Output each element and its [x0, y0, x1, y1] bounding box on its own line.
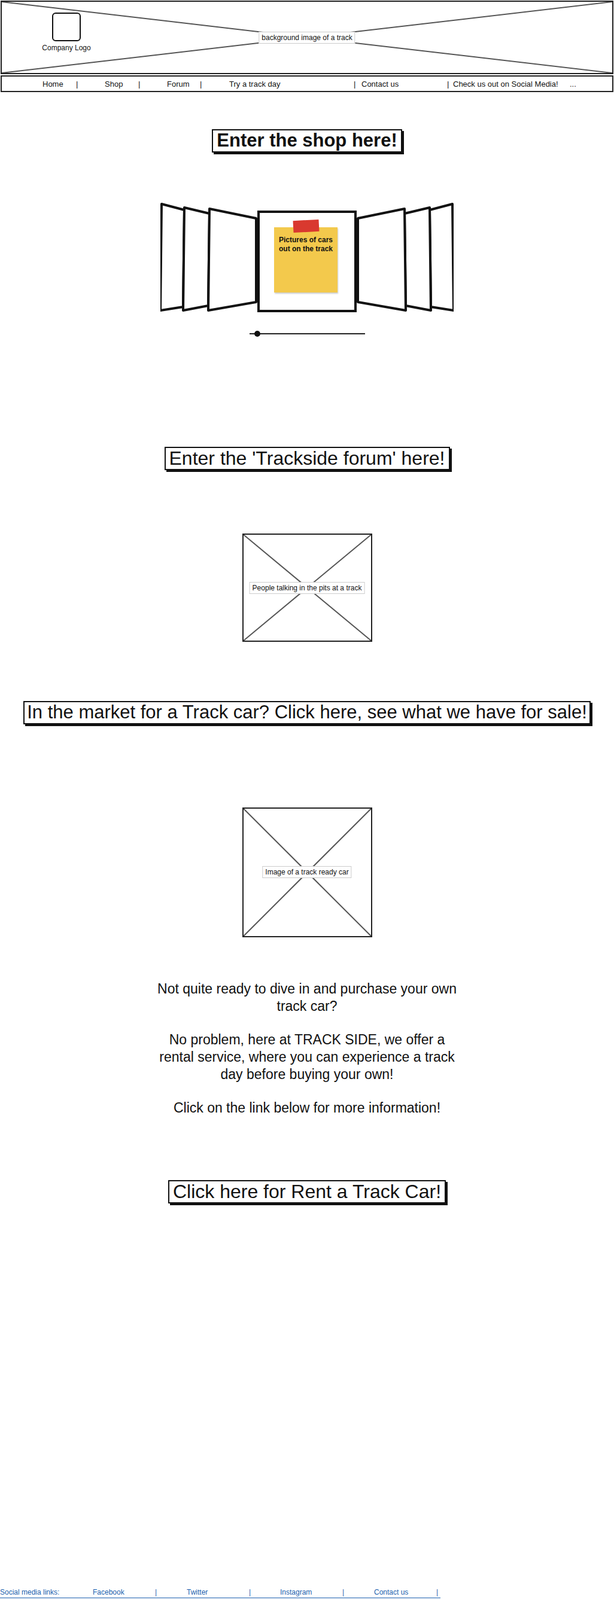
nav-more[interactable]: ... — [569, 79, 613, 89]
forum-image: People talking in the pits at a track — [242, 533, 373, 643]
footer-label: Social media links: — [0, 1588, 93, 1598]
rental-paragraph: No problem, here at TRACK SIDE, we offer… — [157, 1031, 457, 1084]
footer-link[interactable]: Facebook — [92, 1588, 155, 1598]
footer-separator: | — [436, 1588, 441, 1598]
image-label: People talking in the pits at a track — [249, 582, 366, 595]
slider-knob[interactable] — [254, 330, 261, 337]
nav-bar: Home |Shop |Forum |Try a track day |Cont… — [0, 75, 614, 93]
footer: Social media links: Facebook |Twitter |I… — [0, 1588, 441, 1600]
footer-separator: | — [248, 1588, 281, 1598]
sticky-note: Pictures of cars out on the track — [274, 227, 338, 293]
nav-item[interactable]: Contact us — [361, 79, 448, 89]
rental-text: Not quite ready to dive in and purchase … — [157, 980, 457, 1118]
nav-item[interactable]: Check us out on Social Media! — [453, 79, 570, 89]
rent-button[interactable]: Click here for Rent a Track Car! — [168, 1180, 446, 1205]
forum-button[interactable]: Enter the 'Trackside forum' here! — [164, 447, 451, 471]
nav-separator: | — [447, 79, 454, 89]
footer-link[interactable]: Instagram — [280, 1588, 343, 1598]
nav-item[interactable]: Forum — [166, 79, 200, 89]
carousel-right-panels — [356, 201, 454, 322]
tape-icon — [293, 219, 320, 233]
rental-paragraph: Click on the link below for more informa… — [157, 1099, 457, 1118]
slide-caption: Pictures of cars out on the track — [277, 235, 334, 293]
nav-separator: | — [199, 79, 230, 89]
carousel-slider[interactable] — [249, 333, 366, 335]
background-label: background image of a track — [258, 31, 355, 44]
carousel-left-panels — [160, 201, 258, 322]
nav-separator: | — [76, 79, 105, 89]
logo-label: Company Logo — [41, 43, 91, 53]
nav-separator: | — [353, 79, 362, 89]
nav-item[interactable]: Shop — [104, 79, 139, 89]
car-image: Image of a track ready car — [242, 807, 373, 938]
nav-separator: | — [138, 79, 167, 89]
rental-paragraph: Not quite ready to dive in and purchase … — [157, 980, 457, 1016]
footer-link[interactable]: Contact us — [374, 1588, 437, 1598]
footer-separator: | — [154, 1588, 187, 1598]
page: Company Logo background image of a track… — [0, 0, 614, 1600]
company-logo[interactable]: Company Logo — [38, 12, 94, 53]
carousel[interactable]: Pictures of cars out on the track — [160, 201, 454, 322]
logo-icon — [52, 12, 81, 42]
carousel-slide[interactable]: Pictures of cars out on the track — [257, 210, 357, 313]
footer-link[interactable]: Twitter — [186, 1588, 249, 1598]
nav-item[interactable]: Try a track day — [229, 79, 354, 89]
sale-button[interactable]: In the market for a Track car? Click her… — [23, 701, 591, 725]
footer-separator: | — [342, 1588, 375, 1598]
header-banner: Company Logo background image of a track — [0, 0, 614, 75]
shop-button[interactable]: Enter the shop here! — [211, 129, 402, 153]
image-label: Image of a track ready car — [262, 866, 352, 879]
nav-item[interactable]: Home — [42, 79, 77, 89]
